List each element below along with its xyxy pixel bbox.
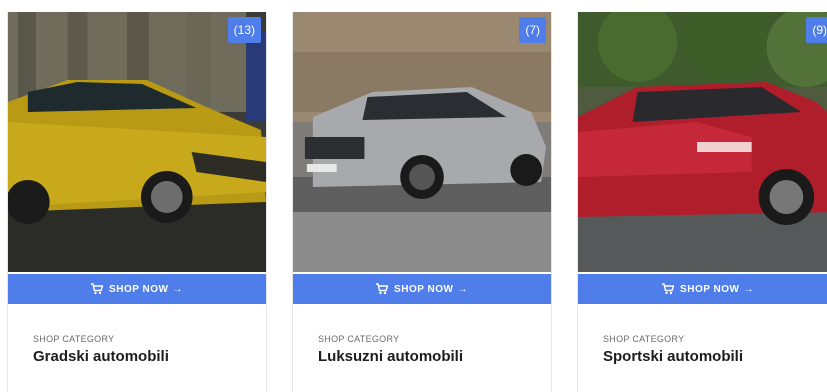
product-count-badge: (9) (806, 17, 827, 43)
card-info: SHOP CATEGORY Gradski automobili (33, 334, 169, 365)
cart-icon (662, 283, 675, 295)
shop-now-label: SHOP NOW (680, 283, 740, 295)
yellow-hatchback-image (8, 12, 266, 272)
category-card[interactable]: (13) SHOP NOW → SHOP CATEGORY Gradski au… (7, 12, 267, 392)
shop-now-button[interactable]: SHOP NOW → (8, 274, 266, 304)
category-image[interactable]: (9) (578, 12, 827, 272)
shop-now-label: SHOP NOW (394, 283, 454, 295)
red-sports-car-image (578, 12, 827, 272)
category-title[interactable]: Sportski automobili (603, 348, 743, 365)
cart-icon (91, 283, 104, 295)
category-kicker: SHOP CATEGORY (33, 334, 115, 344)
card-info: SHOP CATEGORY Luksuzni automobili (318, 334, 463, 365)
product-count-badge: (7) (519, 17, 546, 43)
silver-sedan-image (293, 12, 551, 272)
cart-icon (376, 283, 389, 295)
category-title[interactable]: Gradski automobili (33, 348, 169, 365)
category-kicker: SHOP CATEGORY (603, 334, 685, 344)
arrow-right-icon: → (172, 283, 183, 295)
arrow-right-icon: → (457, 283, 468, 295)
category-image[interactable]: (7) (293, 12, 551, 272)
category-card[interactable]: (7) SHOP NOW → SHOP CATEGORY Luksuzni au… (292, 12, 552, 392)
category-title[interactable]: Luksuzni automobili (318, 348, 463, 365)
product-count-badge: (13) (227, 17, 261, 43)
shop-now-button[interactable]: SHOP NOW → (293, 274, 551, 304)
shop-now-button[interactable]: SHOP NOW → (578, 274, 827, 304)
category-card[interactable]: (9) SHOP NOW → SHOP CATEGORY Sportski au… (577, 12, 827, 392)
shop-now-label: SHOP NOW (109, 283, 169, 295)
arrow-right-icon: → (743, 283, 754, 295)
category-kicker: SHOP CATEGORY (318, 334, 400, 344)
category-image[interactable]: (13) (8, 12, 266, 272)
card-info: SHOP CATEGORY Sportski automobili (603, 334, 743, 365)
